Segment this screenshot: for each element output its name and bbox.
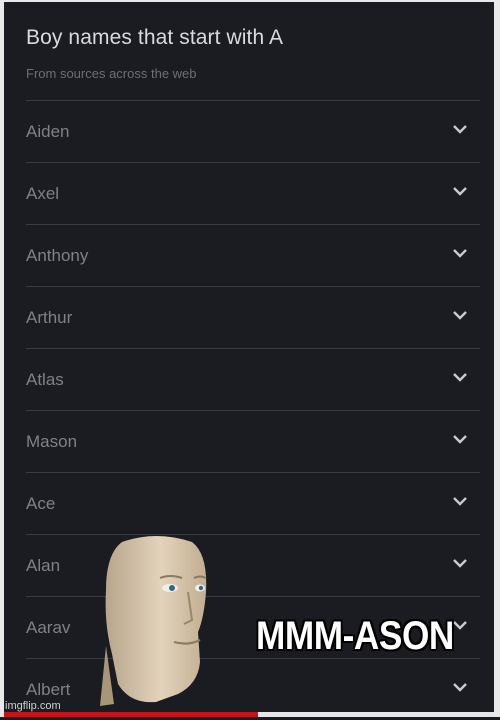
panel-title: Boy names that start with A bbox=[26, 26, 284, 49]
list-item-label: Alan bbox=[26, 556, 61, 575]
list-item-label: Aarav bbox=[26, 618, 71, 637]
chevron-down-icon[interactable] bbox=[452, 557, 468, 569]
chevron-down-icon[interactable] bbox=[452, 433, 468, 445]
list-item-label: Anthony bbox=[26, 246, 89, 265]
list-item[interactable]: Anthony bbox=[26, 224, 480, 286]
watermark: imgflip.com bbox=[5, 700, 61, 712]
list-item-label: Albert bbox=[26, 680, 71, 699]
list-item-label: Ace bbox=[26, 494, 56, 513]
list-item[interactable]: Albert bbox=[26, 658, 480, 720]
chevron-down-icon[interactable] bbox=[452, 123, 468, 135]
list-item[interactable]: Aiden bbox=[26, 100, 480, 162]
chevron-down-icon[interactable] bbox=[452, 247, 468, 259]
chevron-down-icon[interactable] bbox=[452, 681, 468, 693]
chevron-down-icon[interactable] bbox=[452, 309, 468, 321]
list-item[interactable]: Alan bbox=[26, 534, 480, 596]
chevron-down-icon[interactable] bbox=[452, 185, 468, 197]
panel-subtitle: From sources across the web bbox=[26, 66, 197, 81]
list-item-label: Mason bbox=[26, 432, 78, 451]
list-item-label: Atlas bbox=[26, 370, 64, 389]
chevron-down-icon[interactable] bbox=[452, 619, 468, 631]
list-item[interactable]: Ace bbox=[26, 472, 480, 534]
chevron-down-icon[interactable] bbox=[452, 371, 468, 383]
search-panel: Boy names that start with A From sources… bbox=[0, 0, 500, 717]
progress-bar-track bbox=[258, 712, 494, 717]
list-item[interactable]: Arthur bbox=[26, 286, 480, 348]
list-item[interactable]: Axel bbox=[26, 162, 480, 224]
list-item[interactable]: Atlas bbox=[26, 348, 480, 410]
list-item-label: Axel bbox=[26, 184, 60, 203]
meme-man-head-icon bbox=[100, 536, 207, 706]
chevron-down-icon[interactable] bbox=[452, 495, 468, 507]
list-item[interactable]: Mason bbox=[26, 410, 480, 472]
progress-bar-red bbox=[4, 712, 258, 717]
list-item-label: Aiden bbox=[26, 122, 70, 141]
meme-caption: MMM-ASON bbox=[256, 614, 454, 658]
list-item-label: Arthur bbox=[26, 308, 73, 327]
